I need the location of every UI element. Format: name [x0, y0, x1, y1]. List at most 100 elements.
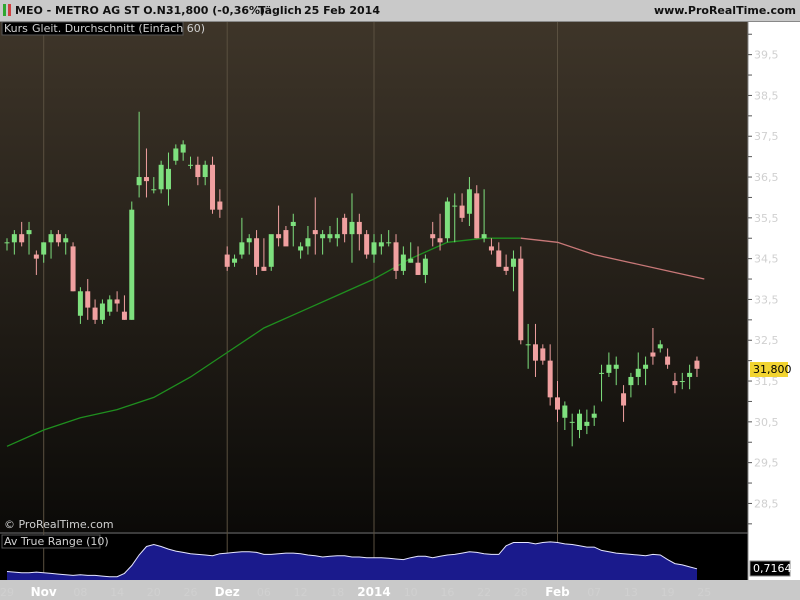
candle-up [349, 221, 355, 235]
candle-up [99, 303, 105, 320]
candle-up [48, 234, 54, 243]
candle-up [77, 291, 83, 316]
candle-up [246, 238, 252, 243]
legend-kurs[interactable]: Kurs [4, 22, 28, 35]
y-tick-label: 38 [754, 109, 771, 123]
candle-down [547, 360, 553, 398]
candle-down [121, 311, 127, 320]
candle-down [55, 234, 61, 243]
candle-up [202, 164, 208, 178]
site-link[interactable]: www.ProRealTime.com [654, 4, 796, 17]
candle-up [232, 258, 238, 263]
y-tick-label: 28 [754, 517, 771, 531]
candle-up [320, 234, 326, 239]
candle-up [165, 168, 171, 190]
candle-up [657, 344, 663, 349]
candle-down [503, 266, 509, 271]
candle-up [298, 246, 304, 251]
candle-up [290, 221, 296, 226]
y-tick-label: 32,5 [754, 334, 779, 347]
x-tick-label: 22 [477, 586, 491, 599]
candle-up [371, 242, 377, 255]
copyright: © ProRealTime.com [4, 518, 114, 531]
y-tick-label: 37 [754, 150, 771, 164]
candle-up [305, 238, 311, 247]
y-tick-label: 39 [754, 68, 771, 82]
candle-up [577, 413, 583, 430]
indicator-title[interactable]: Av True Range (10) [4, 535, 109, 548]
y-tick-label: 30 [754, 435, 771, 449]
candle-up [129, 209, 135, 320]
x-tick-label: 08 [73, 586, 87, 599]
candle-up [408, 258, 414, 263]
x-tick-label: 14 [110, 586, 124, 599]
candle-up [151, 189, 157, 191]
candle-up [525, 344, 531, 346]
x-tick-label: 26 [184, 586, 198, 599]
x-tick-label: 25 [697, 586, 711, 599]
candle-down [518, 258, 524, 341]
y-tick-label: 37,5 [754, 130, 779, 143]
candle-down [488, 246, 494, 251]
x-tick-label: Dez [215, 585, 240, 599]
candle-up [239, 242, 245, 255]
candle-down [555, 397, 560, 410]
candle-down [364, 234, 370, 255]
y-tick-label: 28,5 [754, 497, 779, 510]
up-candle-icon [3, 4, 6, 16]
x-tick-label: 13 [624, 586, 638, 599]
candle-down [430, 234, 436, 239]
candle-up [188, 164, 193, 166]
candle-up [606, 364, 612, 373]
candle-up [628, 376, 634, 386]
candle-down [672, 381, 678, 386]
y-tick-label: 35,5 [754, 212, 779, 225]
down-candle-icon [8, 4, 11, 16]
x-tick-label: 18 [330, 586, 344, 599]
candle-up [4, 242, 10, 244]
candle-down [276, 234, 282, 239]
candle-down [70, 246, 76, 292]
candle-down [459, 205, 465, 218]
candle-up [466, 189, 472, 214]
candle-up [679, 381, 685, 383]
candle-up [158, 164, 164, 190]
candle-down [283, 230, 289, 247]
price-chart: 2828,52929,53030,53131,53232,53333,53434… [0, 22, 800, 600]
y-tick-label: 39,5 [754, 49, 779, 62]
candle-down [342, 217, 348, 235]
y-tick-label: 38,5 [754, 89, 779, 102]
candle-down [254, 238, 260, 267]
candle-up [180, 144, 186, 153]
candle-down [224, 254, 230, 267]
candle-up [334, 234, 340, 239]
chart-header: MEO - METRO AG ST O.N. 31,800 (-0,36%) T… [0, 0, 800, 22]
candle-up [268, 234, 274, 267]
candle-down [650, 352, 656, 357]
candle-down [114, 299, 120, 304]
y-tick-label: 36 [754, 190, 771, 204]
candle-up [386, 242, 392, 244]
x-tick-label: 07 [587, 586, 601, 599]
candle-up [136, 177, 142, 186]
legend-ma[interactable]: Gleit. Durchschnitt (Einfach 60) [32, 22, 205, 35]
candle-up [510, 258, 516, 267]
x-tick-label: 2014 [357, 585, 390, 599]
x-tick-label: 10 [404, 586, 418, 599]
candle-down [474, 193, 480, 239]
y-tick-label: 29 [754, 476, 771, 490]
price-badge-text: 31,800 [753, 363, 792, 376]
x-tick-label: 29 [0, 586, 14, 599]
candle-up [11, 234, 17, 243]
y-tick-label: 36,5 [754, 171, 779, 184]
x-tick-label: Feb [545, 585, 570, 599]
y-tick-label: 29,5 [754, 457, 779, 470]
candle-down [356, 221, 362, 235]
candle-down [19, 234, 25, 243]
candle-down [195, 164, 201, 178]
candle-up [26, 230, 32, 235]
candle-up [452, 205, 458, 207]
candle-down [694, 360, 700, 369]
candle-up [422, 258, 428, 275]
candle-down [92, 307, 98, 320]
